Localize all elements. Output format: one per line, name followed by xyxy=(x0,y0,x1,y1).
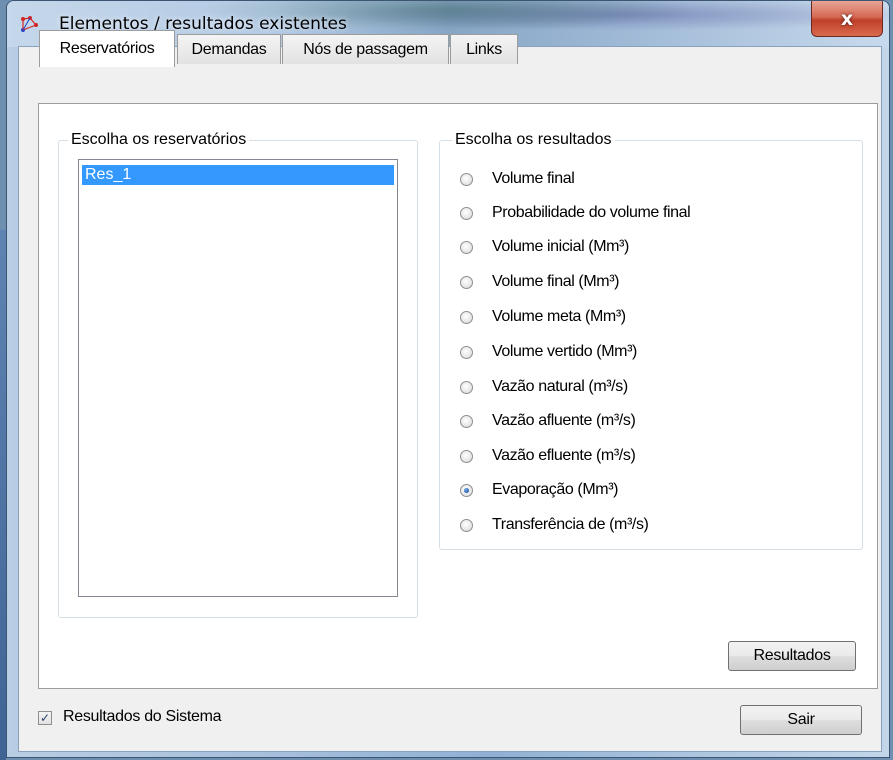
radio-volume-meta[interactable]: Volume meta (Mm³) xyxy=(460,304,626,330)
exit-button[interactable]: Sair xyxy=(740,705,862,735)
radio-label: Vazão afluente (m³/s) xyxy=(492,412,636,429)
radio-button[interactable] xyxy=(460,414,473,428)
radio-volume-final[interactable]: Volume final xyxy=(460,166,575,192)
radio-button[interactable] xyxy=(460,206,473,220)
radio-button[interactable] xyxy=(460,380,473,394)
radio-volume-inicial[interactable]: Volume inicial (Mm³) xyxy=(460,234,629,260)
radio-volume-final-mm3[interactable]: Volume final (Mm³) xyxy=(460,269,619,295)
radio-button[interactable] xyxy=(460,240,473,254)
radio-button[interactable] xyxy=(460,275,473,289)
radio-label: Volume vertido (Mm³) xyxy=(492,343,637,360)
radio-vazao-efluente[interactable]: Vazão efluente (m³/s) xyxy=(460,443,636,469)
system-results-checkbox[interactable]: ✓ xyxy=(38,711,52,725)
radio-button[interactable] xyxy=(460,345,473,359)
radio-volume-vertido[interactable]: Volume vertido (Mm³) xyxy=(460,339,637,365)
radio-vazao-natural[interactable]: Vazão natural (m³/s) xyxy=(460,374,628,400)
radio-label: Evaporação (Mm³) xyxy=(492,481,619,498)
results-group-title: Escolha os resultados xyxy=(452,130,615,150)
radio-button[interactable] xyxy=(460,310,473,324)
tab-links[interactable]: Links xyxy=(450,34,518,64)
radio-transferencia[interactable]: Transferência de (m³/s) xyxy=(460,512,649,538)
results-button[interactable]: Resultados xyxy=(728,641,856,671)
reservoirs-group-title: Escolha os reservatórios xyxy=(68,130,250,150)
app-network-icon xyxy=(21,16,38,32)
tab-reservatorios[interactable]: Reservatórios xyxy=(39,30,175,67)
tab-nos-de-passagem[interactable]: Nós de passagem xyxy=(282,34,449,64)
radio-vazao-afluente[interactable]: Vazão afluente (m³/s) xyxy=(460,408,636,434)
radio-label: Volume inicial (Mm³) xyxy=(492,238,629,255)
system-results-label: Resultados do Sistema xyxy=(63,708,222,725)
radio-probabilidade-volume-final[interactable]: Probabilidade do volume final xyxy=(460,200,691,226)
radio-button-selected[interactable] xyxy=(460,483,473,497)
radio-button[interactable] xyxy=(460,518,473,532)
radio-label: Volume meta (Mm³) xyxy=(492,308,626,325)
radio-label: Vazão efluente (m³/s) xyxy=(492,447,636,464)
list-item[interactable]: Res_1 xyxy=(82,165,394,185)
radio-button[interactable] xyxy=(460,172,473,186)
radio-label: Volume final (Mm³) xyxy=(492,273,620,290)
radio-label: Volume final xyxy=(492,170,575,187)
tab-label: Nós de passagem xyxy=(303,40,428,58)
tab-label: Demandas xyxy=(191,40,267,58)
radio-label: Probabilidade do volume final xyxy=(492,204,691,221)
radio-label: Vazão natural (m³/s) xyxy=(492,378,628,395)
reservoirs-listbox[interactable]: Res_1 xyxy=(78,159,398,597)
checkmark-icon: ✓ xyxy=(39,711,51,725)
close-icon: x xyxy=(840,7,854,30)
exit-button-label: Sair xyxy=(787,711,815,728)
close-button[interactable]: x xyxy=(811,1,883,37)
results-button-label: Resultados xyxy=(753,647,831,664)
radio-label: Transferência de (m³/s) xyxy=(492,516,649,533)
tab-demandas[interactable]: Demandas xyxy=(177,34,281,64)
radio-button[interactable] xyxy=(460,449,473,463)
radio-evaporacao[interactable]: Evaporação (Mm³) xyxy=(460,477,618,503)
tab-label: Links xyxy=(466,40,502,58)
tab-label: Reservatórios xyxy=(59,40,155,57)
